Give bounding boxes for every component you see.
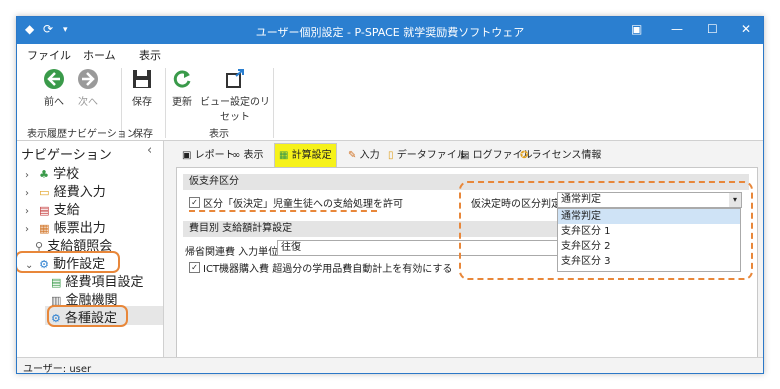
nav-title: ナビゲーション: [21, 148, 112, 163]
gear-icon: ⚙: [39, 258, 50, 271]
report-icon: ▣: [182, 150, 192, 161]
status-user: ユーザー: user: [23, 364, 92, 374]
chevron-right-icon[interactable]: ›: [25, 170, 35, 181]
ict-checkbox[interactable]: ✓: [189, 262, 200, 273]
nav-item-expense-item-settings[interactable]: ▤ 経費項目設定: [51, 271, 144, 290]
dropdown-annotation-frame: [459, 181, 753, 280]
floppy-disk-icon: [133, 70, 151, 88]
reset-view-button[interactable]: ビュー設定のリセット: [199, 68, 271, 123]
back-label: 前へ: [44, 97, 64, 108]
allow-provisional-label: 区分「仮決定」児童生徒への支給処理を許可: [203, 199, 403, 210]
school-icon: ♣: [39, 168, 50, 181]
ict-label: ICT機器購入費 超過分の学用品費自動計上を有効にする: [203, 264, 453, 275]
ribbon-divider: [273, 68, 274, 138]
tab-input[interactable]: ✎ 入力: [344, 147, 384, 165]
ribbon-group-view: 表示: [209, 129, 229, 140]
title-bar: ◆ ⟳ ▾ ユーザー個別設定 - P-SPACE 就学奨励費ソフトウェア ▣ —…: [17, 17, 763, 44]
save-button[interactable]: 保存: [127, 68, 157, 108]
nav-item-various-settings[interactable]: ⚙ 各種設定: [51, 307, 117, 326]
tab-license-info[interactable]: ✪ ライセンス情報: [516, 147, 605, 165]
save-label: 保存: [132, 97, 152, 108]
update-button[interactable]: 更新: [167, 68, 197, 108]
maximize-icon[interactable]: ☐: [707, 22, 718, 36]
ribbon-divider: [165, 68, 166, 138]
content-area: ▣ レポート ∞ 表示 ▦ 計算設定 ✎ 入力 ▯ データファイル ▤ ログファ…: [164, 141, 763, 359]
calendar-icon: ▤: [39, 204, 50, 217]
forward-button[interactable]: 次へ: [73, 68, 103, 108]
nav-item-report-output[interactable]: › ▦ 帳票出力: [25, 217, 106, 236]
menu-bar: ファイル ホーム 表示: [17, 44, 763, 66]
back-button[interactable]: 前へ: [39, 68, 69, 108]
nav-item-school[interactable]: › ♣ 学校: [25, 163, 79, 182]
nav-item-operation-settings[interactable]: ⌄ ⚙ 動作設定: [25, 253, 105, 272]
calculator-icon: ▦: [279, 150, 289, 161]
unit-label: 帰省関連費 入力単位: [185, 247, 279, 258]
chevron-right-icon[interactable]: ›: [25, 188, 35, 199]
window-title: ユーザー個別設定 - P-SPACE 就学奨励費ソフトウェア: [255, 26, 525, 39]
close-icon[interactable]: ✕: [741, 22, 751, 36]
ribbon-icon[interactable]: ▣: [631, 22, 642, 36]
menu-file[interactable]: ファイル: [27, 47, 71, 63]
tab-calculation-settings[interactable]: ▦ 計算設定: [274, 143, 337, 168]
arrow-left-icon: [44, 69, 64, 89]
log-icon: ▤: [460, 150, 470, 161]
file-icon: ▯: [388, 150, 394, 161]
app-window: ◆ ⟳ ▾ ユーザー個別設定 - P-SPACE 就学奨励費ソフトウェア ▣ —…: [16, 16, 764, 374]
nav-item-payment[interactable]: › ▤ 支給: [25, 199, 80, 218]
gear-icon: ⚙: [51, 312, 61, 325]
navigation-pane: ナビゲーション ‹ › ♣ 学校 › ▭ 経費入力 › ▤ 支給 › ▦ 帳票出…: [17, 141, 164, 357]
menu-view[interactable]: 表示: [139, 47, 161, 63]
tab-view[interactable]: ∞ 表示: [228, 147, 268, 165]
reset-view-icon: [226, 69, 244, 88]
tab-panel: 仮支弁区分 ✓ 区分「仮決定」児童生徒への支給処理を許可 費目別 支給額計算設定…: [176, 167, 758, 359]
nav-collapse-button[interactable]: ‹: [147, 143, 152, 158]
status-bar: ユーザー: user: [17, 357, 763, 374]
list-icon: ▤: [51, 276, 62, 289]
glasses-icon: ∞: [232, 150, 241, 161]
allow-provisional-checkbox[interactable]: ✓: [189, 197, 200, 208]
pencil-icon: ✎: [348, 150, 357, 161]
chevron-right-icon[interactable]: ›: [25, 206, 35, 217]
checkbox-annotation-underline: [189, 210, 377, 212]
reset-view-label: ビュー設定のリセット: [200, 97, 270, 123]
ribbon: 前へ 次へ 保存 更新 ビュー設定のリセット 表示履歴ナビゲーション 保存 表示: [17, 64, 763, 141]
forward-label: 次へ: [78, 97, 98, 108]
chevron-down-icon[interactable]: ⌄: [25, 260, 35, 271]
refresh-green-icon: [173, 70, 191, 88]
report-icon: ▦: [39, 222, 50, 235]
ribbon-group-history: 表示履歴ナビゲーション: [27, 129, 137, 140]
update-label: 更新: [172, 97, 192, 108]
medal-icon: ✪: [520, 150, 529, 161]
minimize-icon[interactable]: —: [671, 22, 683, 36]
ribbon-group-save: 保存: [133, 129, 153, 140]
chevron-right-icon[interactable]: ›: [25, 224, 35, 235]
arrow-right-icon: [78, 69, 98, 89]
nav-item-expense-input[interactable]: › ▭ 経費入力: [25, 181, 106, 200]
folder-icon: ▭: [39, 186, 50, 199]
